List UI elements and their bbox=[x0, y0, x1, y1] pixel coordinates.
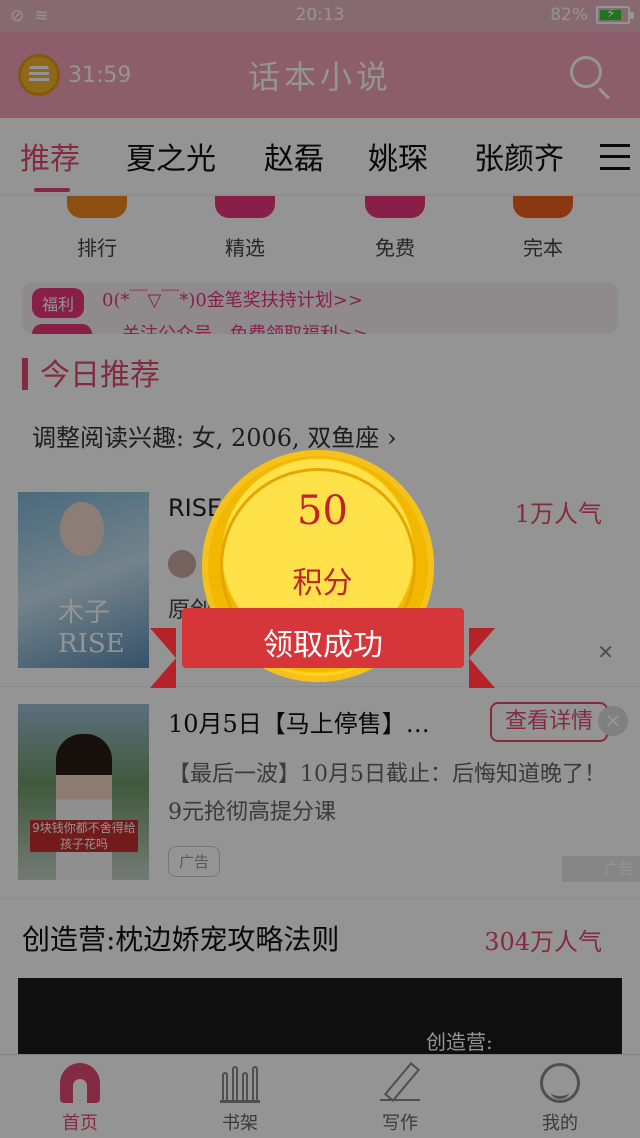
reward-points: 50 bbox=[297, 488, 348, 534]
reward-message: 领取成功 bbox=[263, 628, 383, 663]
reward-unit: 积分 bbox=[292, 566, 353, 601]
reward-popup[interactable]: 50 积分 领取成功 bbox=[150, 450, 495, 690]
reward-ribbon: 领取成功 bbox=[150, 602, 495, 688]
